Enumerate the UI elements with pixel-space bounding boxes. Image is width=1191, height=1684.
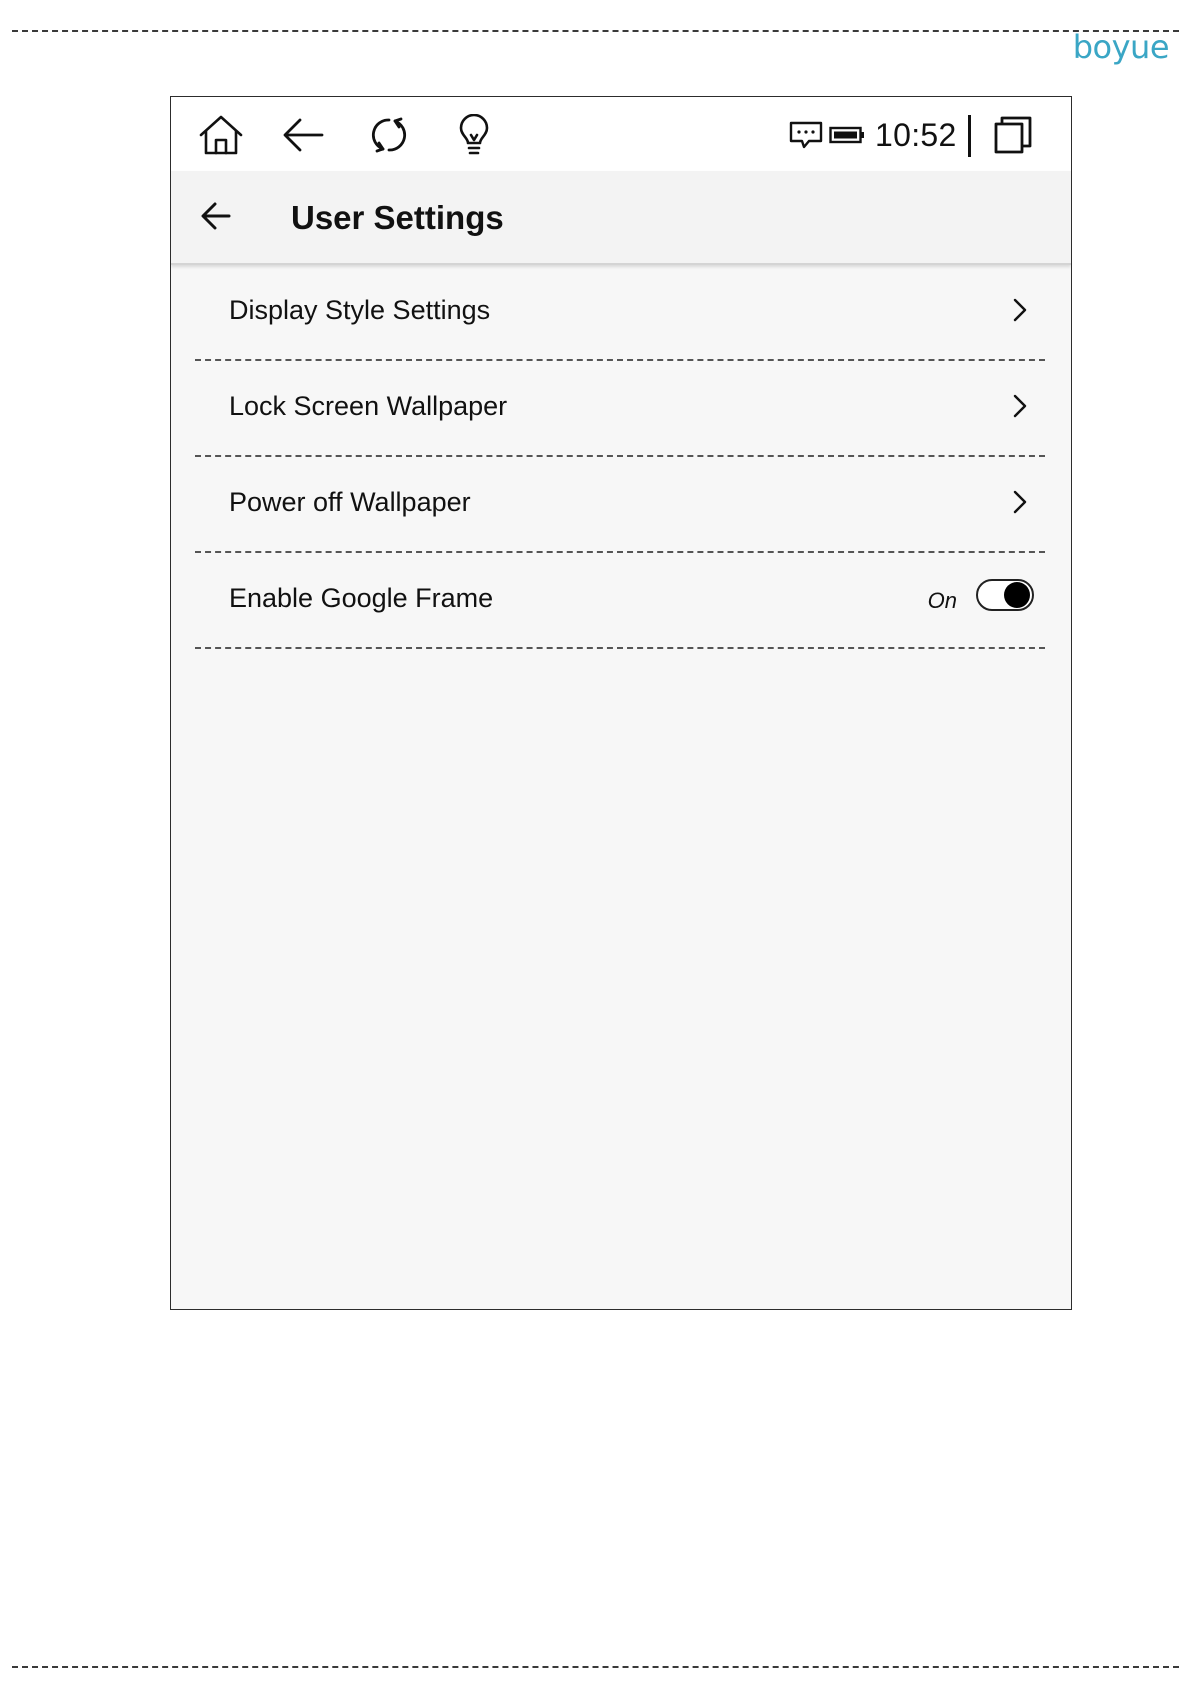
brand-logo: boyue — [1072, 28, 1170, 66]
setting-label: Power off Wallpaper — [229, 487, 471, 517]
setting-enable-google-frame: Enable Google Frame On — [195, 553, 1045, 649]
setting-lock-screen-wallpaper[interactable]: Lock Screen Wallpaper — [195, 361, 1045, 457]
setting-label: Lock Screen Wallpaper — [229, 391, 508, 421]
setting-label: Enable Google Frame — [229, 583, 494, 613]
setting-display-style[interactable]: Display Style Settings — [195, 265, 1045, 361]
page-top-rule — [12, 30, 1179, 32]
chevron-right-icon — [1005, 295, 1035, 325]
home-icon[interactable] — [197, 111, 245, 159]
title-bar: User Settings — [171, 171, 1071, 265]
multiwindow-icon[interactable] — [989, 111, 1037, 159]
page-bottom-rule — [12, 1666, 1179, 1668]
chevron-right-icon — [1005, 391, 1035, 421]
status-bar: 10:52 — [171, 97, 1071, 171]
device-screen: 10:52 User Settings Display Style Settin… — [170, 96, 1072, 1310]
settings-list: Display Style Settings Lock Screen Wallp… — [195, 265, 1045, 649]
lightbulb-icon[interactable] — [450, 111, 498, 159]
status-clock: 10:52 — [875, 117, 957, 153]
google-frame-toggle[interactable] — [976, 579, 1034, 611]
refresh-icon[interactable] — [365, 111, 413, 159]
page-title: User Settings — [291, 199, 504, 236]
chevron-right-icon — [1005, 487, 1035, 517]
battery-icon — [823, 111, 871, 159]
toggle-knob — [1004, 582, 1030, 608]
status-divider — [968, 115, 971, 157]
toggle-state-text: On — [927, 588, 957, 613]
back-arrow-icon[interactable] — [193, 193, 239, 239]
setting-label: Display Style Settings — [229, 295, 491, 325]
setting-power-off-wallpaper[interactable]: Power off Wallpaper — [195, 457, 1045, 553]
back-arrow-icon[interactable] — [279, 111, 327, 159]
